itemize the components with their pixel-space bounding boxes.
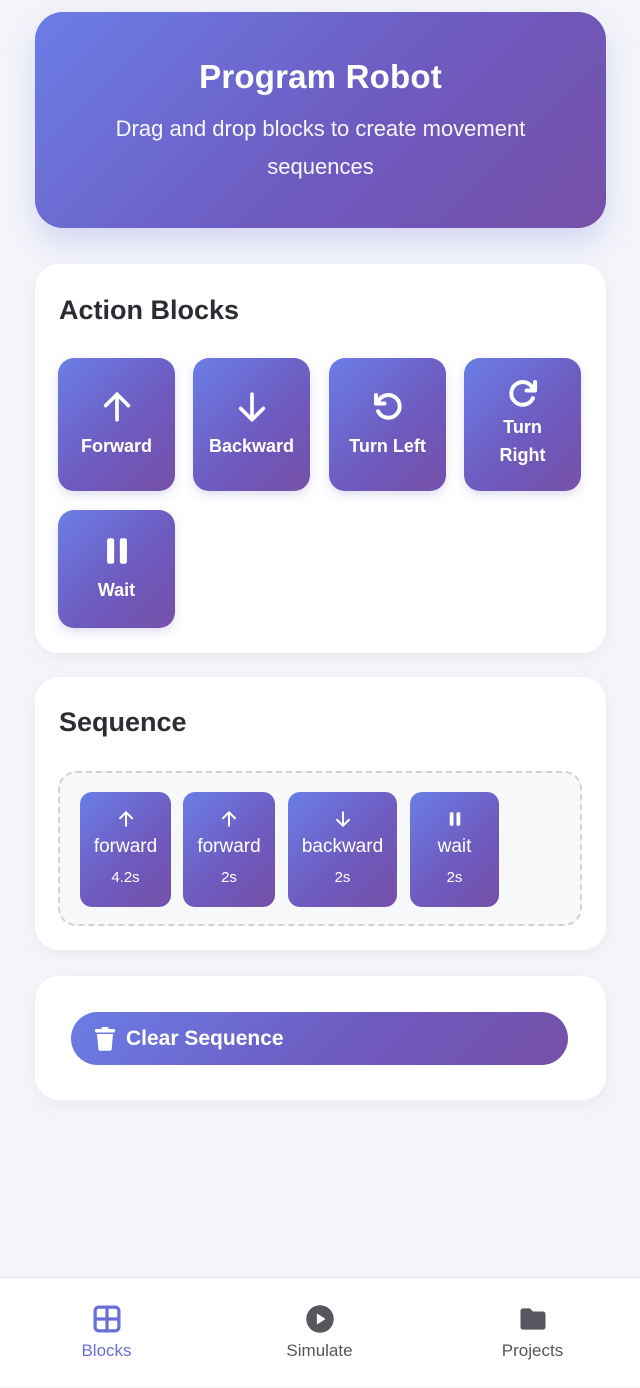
- block-turn-left[interactable]: Turn Left: [329, 358, 446, 491]
- block-label: Backward: [208, 435, 295, 456]
- trash-icon: [95, 1026, 115, 1051]
- arrow-up-icon: [118, 811, 133, 827]
- block-forward[interactable]: Forward: [58, 358, 175, 491]
- sequence-dropzone[interactable]: forward 4.2s forward 2s backward 2s wait…: [58, 771, 582, 926]
- page-title: Program Robot: [199, 58, 442, 95]
- sequence-panel: Sequence forward 4.2s forward 2s backwar…: [35, 677, 606, 950]
- arrow-down-icon: [238, 391, 265, 422]
- tab-label: Blocks: [81, 1341, 132, 1360]
- sequence-item-duration: 2s: [221, 869, 237, 886]
- tab-projects[interactable]: Projects: [426, 1278, 639, 1388]
- sequence-item[interactable]: forward 2s: [183, 792, 275, 907]
- block-wait[interactable]: Wait: [58, 510, 175, 628]
- arrow-down-icon: [335, 811, 350, 827]
- block-turn-right[interactable]: Turn Right: [464, 358, 581, 491]
- arrow-up-icon: [222, 811, 236, 827]
- sequence-item-duration: 2s: [446, 869, 463, 886]
- arrow-up-icon: [103, 391, 130, 422]
- sequence-item[interactable]: backward 2s: [288, 792, 397, 907]
- play-circle-icon: [306, 1305, 334, 1333]
- tab-label: Simulate: [286, 1341, 353, 1360]
- pause-icon: [106, 538, 127, 564]
- sequence-item-name: wait: [437, 836, 472, 857]
- action-blocks-title: Action Blocks: [59, 295, 240, 325]
- sequence-item[interactable]: wait 2s: [410, 792, 499, 907]
- pause-icon: [449, 812, 460, 826]
- sequence-item-name: forward: [197, 836, 261, 857]
- block-label: Forward: [80, 435, 152, 456]
- block-label: Wait: [97, 580, 136, 600]
- sequence-item-duration: 2s: [334, 869, 351, 886]
- tab-label: Projects: [501, 1341, 564, 1360]
- block-label: Turn Left: [349, 435, 426, 456]
- block-backward[interactable]: Backward: [193, 358, 310, 491]
- bottom-tab-bar: Blocks Simulate Projects: [0, 1277, 640, 1387]
- tab-simulate[interactable]: Simulate: [213, 1278, 426, 1388]
- clear-sequence-label: Clear Sequence: [126, 1026, 284, 1050]
- sequence-item-name: forward: [93, 836, 158, 857]
- clear-sequence-button[interactable]: Clear Sequence: [71, 1012, 568, 1065]
- sequence-item-name: backward: [301, 836, 384, 857]
- folder-icon: [520, 1308, 546, 1330]
- rotate-left-icon: [373, 392, 402, 420]
- controls-panel: Clear Sequence: [35, 976, 606, 1100]
- block-label: Turn Right: [499, 416, 546, 465]
- tab-blocks[interactable]: Blocks: [0, 1278, 213, 1388]
- page-subtitle: Drag and drop blocks to create movement …: [115, 116, 526, 179]
- grid-icon: [93, 1305, 121, 1333]
- action-blocks-panel: Action Blocks Forward Backward Turn Left…: [35, 264, 606, 653]
- page-header: Program Robot Drag and drop blocks to cr…: [35, 12, 606, 228]
- rotate-right-icon: [508, 379, 537, 407]
- sequence-item[interactable]: forward 4.2s: [80, 792, 171, 907]
- sequence-item-duration: 4.2s: [111, 869, 140, 886]
- sequence-title: Sequence: [59, 707, 187, 737]
